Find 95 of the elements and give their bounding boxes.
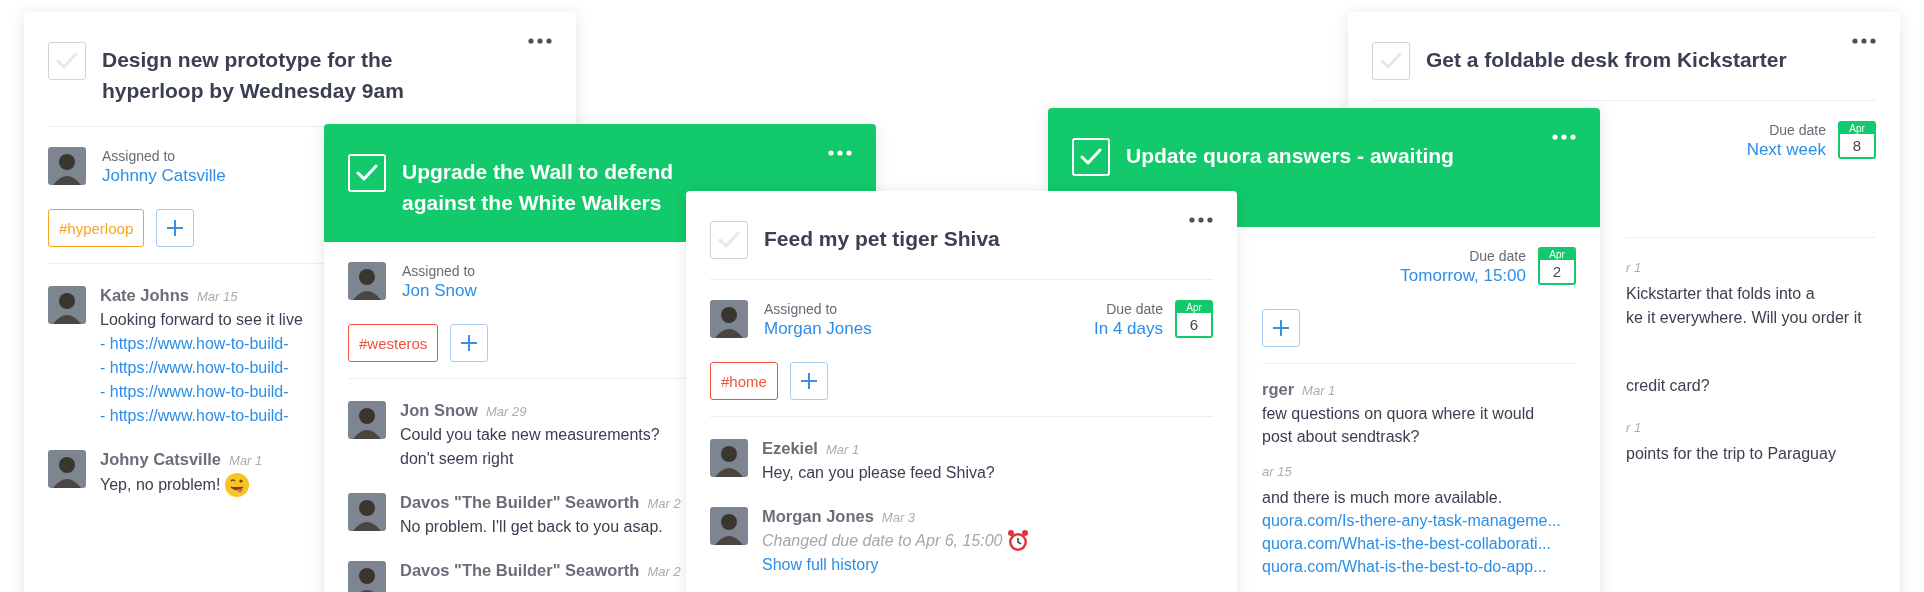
add-tag-button[interactable] bbox=[789, 362, 828, 400]
comment-date: Mar 1 bbox=[825, 442, 860, 457]
task-title: Update quora answers - awaiting bbox=[1126, 143, 1454, 169]
due-date-label: Due date bbox=[1106, 300, 1163, 318]
more-icon[interactable] bbox=[1189, 217, 1213, 223]
due-date-link[interactable]: Tomorrow, 15:00 bbox=[1400, 265, 1526, 287]
task-title: Feed my pet tiger Shiva bbox=[764, 226, 1000, 252]
due-date-label: Due date bbox=[1769, 121, 1826, 139]
calendar-badge: Apr 8 bbox=[1838, 121, 1876, 159]
comment-text: ke it everywhere. Will you order it bbox=[1626, 308, 1862, 328]
more-icon[interactable] bbox=[528, 38, 552, 44]
comment-link[interactable]: - https://www.how-to-build- bbox=[100, 356, 289, 380]
assignee-link[interactable]: Johnny Catsville bbox=[102, 165, 226, 187]
comment-author: rger bbox=[1262, 380, 1295, 399]
task-title: Design new prototype for the hyperloop by Wednesday 9am bbox=[102, 47, 405, 104]
checkbox[interactable] bbox=[48, 42, 86, 80]
comment-link[interactable]: quora.com/What-is-the-best-to-do-app... bbox=[1262, 555, 1547, 578]
comment-text: credit card? bbox=[1626, 376, 1710, 396]
avatar bbox=[710, 507, 748, 545]
comment-author: Davos "The Builder" Seaworth bbox=[400, 561, 640, 580]
assignee-link[interactable]: Morgan Jones bbox=[764, 318, 872, 340]
task-title: Upgrade the Wall to defend against the White Walkers bbox=[402, 159, 675, 216]
due-date-link[interactable]: In 4 days bbox=[1094, 318, 1163, 340]
task-title: Get a foldable desk from Kickstarter bbox=[1426, 47, 1787, 73]
tag[interactable]: #hyperloop bbox=[48, 209, 145, 247]
add-tag-button[interactable] bbox=[156, 209, 195, 247]
comment-text: points for the trip to Paraguay bbox=[1626, 444, 1836, 464]
avatar bbox=[348, 401, 386, 439]
checkbox[interactable] bbox=[1372, 42, 1410, 80]
avatar bbox=[48, 286, 86, 324]
comment-text: and there is much more available. bbox=[1262, 488, 1503, 508]
comment-date: r 1 bbox=[1626, 420, 1642, 435]
history-entry: Changed due date to Apr 6, 15:00 bbox=[762, 531, 1003, 551]
due-date-link[interactable]: Next week bbox=[1746, 139, 1826, 161]
plus-icon bbox=[799, 372, 818, 390]
comment-date: Mar 1 bbox=[1302, 383, 1336, 398]
comment-text: Could you take new measurements? bbox=[400, 425, 660, 445]
comment-date: ar 15 bbox=[1262, 464, 1292, 479]
comment-date: Mar 29 bbox=[485, 404, 527, 419]
add-tag-button[interactable] bbox=[1262, 309, 1300, 347]
comment-link[interactable]: Show full history bbox=[762, 553, 879, 577]
calendar-badge: Apr 2 bbox=[1538, 247, 1576, 285]
smiley-icon bbox=[224, 472, 251, 498]
plus-icon bbox=[166, 219, 185, 237]
check-icon bbox=[1380, 52, 1402, 70]
comment-text: No problem. I'll get back to you asap. bbox=[400, 517, 663, 537]
check-icon bbox=[718, 231, 740, 249]
tag[interactable]: #home bbox=[710, 362, 778, 400]
comment-text: don't seem right bbox=[400, 449, 514, 469]
assigned-label: Assigned to bbox=[402, 262, 477, 280]
calendar-badge: Apr 6 bbox=[1175, 300, 1213, 338]
check-icon bbox=[356, 164, 378, 182]
tag[interactable]: #westeros bbox=[348, 324, 439, 362]
comment-text: few questions on quora where it would bbox=[1262, 404, 1535, 424]
comment-text: Looking forward to see it live bbox=[100, 310, 303, 330]
comment-link[interactable]: - https://www.how-to-build- bbox=[100, 380, 289, 404]
comment-link[interactable]: quora.com/What-is-the-best-collaborati... bbox=[1262, 532, 1551, 555]
comment-date: Mar 3 bbox=[881, 510, 916, 525]
plus-icon bbox=[1272, 319, 1290, 337]
avatar bbox=[348, 493, 386, 531]
avatar bbox=[710, 300, 748, 338]
plus-icon bbox=[460, 334, 479, 352]
assigned-label: Assigned to bbox=[764, 300, 839, 318]
due-date-label: Due date bbox=[1469, 247, 1526, 265]
comment-author: Morgan Jones bbox=[762, 507, 874, 526]
comment-author: Jon Snow bbox=[400, 401, 478, 420]
comment-author: Ezekiel bbox=[762, 439, 818, 458]
comment-author: Johny Catsville bbox=[100, 450, 222, 469]
avatar bbox=[48, 147, 86, 185]
comment-date: Mar 15 bbox=[196, 289, 238, 304]
comment-text: Hey, can you please feed Shiva? bbox=[762, 463, 995, 483]
avatar bbox=[348, 561, 386, 592]
avatar bbox=[348, 262, 386, 300]
comment-link[interactable]: - https://www.how-to-build- bbox=[100, 404, 289, 428]
assignee-link[interactable]: Jon Snow bbox=[402, 280, 477, 302]
comment-link[interactable]: - https://www.how-to-build- bbox=[100, 332, 289, 356]
more-icon[interactable] bbox=[1852, 38, 1876, 44]
avatar bbox=[710, 439, 748, 477]
assigned-label: Assigned to bbox=[102, 147, 177, 165]
comment-date: Mar 1 bbox=[229, 453, 263, 468]
comment-author: Davos "The Builder" Seaworth bbox=[400, 493, 640, 512]
checkbox[interactable] bbox=[710, 221, 748, 259]
comment-link[interactable]: quora.com/Is-there-any-task-manageme... bbox=[1262, 509, 1561, 532]
comment-date: r 1 bbox=[1626, 260, 1642, 275]
comment-text: Yep, no problem! bbox=[100, 475, 221, 495]
comment-author: Kate Johns bbox=[100, 286, 189, 305]
comment-text: post about sendtrask? bbox=[1262, 427, 1420, 447]
check-icon bbox=[56, 52, 78, 70]
comment-date: Mar 2 bbox=[647, 564, 681, 579]
alarm-clock-icon bbox=[1006, 529, 1031, 553]
comment-date: Mar 2 bbox=[647, 496, 681, 511]
add-tag-button[interactable] bbox=[450, 324, 489, 362]
avatar bbox=[48, 450, 86, 488]
comment-text: Kickstarter that folds into a bbox=[1626, 284, 1815, 304]
check-icon bbox=[1080, 148, 1102, 166]
